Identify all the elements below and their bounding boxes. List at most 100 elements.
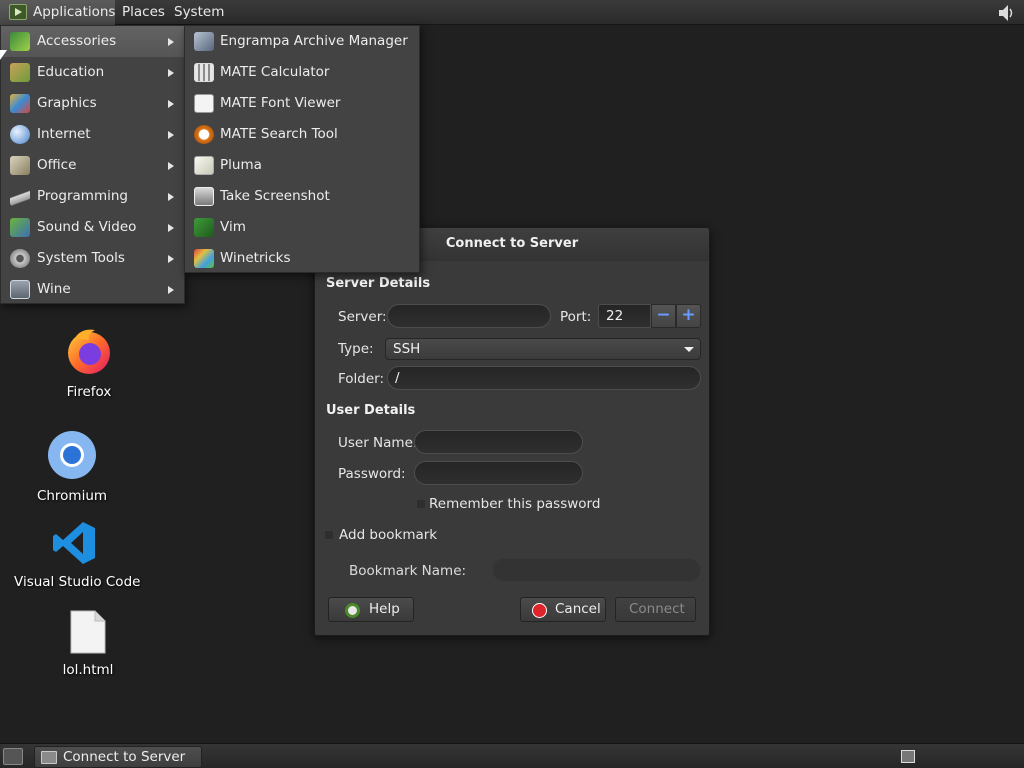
type-label: Type: bbox=[338, 341, 374, 357]
menu-item-screenshot[interactable]: Take Screenshot bbox=[185, 181, 419, 212]
type-combo[interactable]: SSH bbox=[385, 338, 701, 360]
menu-item-education[interactable]: Education bbox=[1, 57, 184, 88]
menu-item-label: MATE Calculator bbox=[220, 64, 330, 80]
desktop-icon-vscode[interactable]: Visual Studio Code bbox=[14, 520, 141, 590]
accessories-icon bbox=[10, 32, 30, 51]
type-combo-value: SSH bbox=[393, 341, 421, 357]
desktop-icon-label: Chromium bbox=[36, 488, 108, 504]
help-icon bbox=[345, 603, 360, 618]
folder-input[interactable]: / bbox=[387, 366, 701, 390]
username-input[interactable] bbox=[414, 430, 583, 454]
menu-item-label: Wine bbox=[37, 281, 71, 297]
desktop-icon-label: Visual Studio Code bbox=[14, 574, 141, 590]
port-decrease-button[interactable]: − bbox=[651, 304, 676, 328]
sound-video-icon bbox=[10, 218, 30, 237]
user-details-heading: User Details bbox=[326, 403, 416, 418]
menu-item-wine[interactable]: Wine bbox=[1, 274, 184, 305]
cancel-button-label: Cancel bbox=[555, 601, 601, 617]
menu-item-label: Pluma bbox=[220, 157, 262, 173]
cancel-button[interactable]: Cancel bbox=[520, 597, 606, 622]
menu-item-office[interactable]: Office bbox=[1, 150, 184, 181]
education-icon bbox=[10, 63, 30, 82]
desktop-icon-label: lol.html bbox=[62, 662, 114, 678]
help-button-label: Help bbox=[369, 601, 400, 617]
menu-item-label: Engrampa Archive Manager bbox=[220, 33, 408, 49]
volume-icon[interactable] bbox=[995, 3, 1017, 23]
office-icon bbox=[10, 156, 30, 175]
menu-item-label: MATE Search Tool bbox=[220, 126, 338, 142]
system-menu[interactable]: System bbox=[168, 0, 230, 25]
file-icon bbox=[70, 610, 106, 654]
remember-password-label: Remember this password bbox=[429, 496, 601, 512]
workspace-switcher[interactable] bbox=[901, 750, 915, 763]
applications-icon bbox=[9, 4, 27, 20]
desktop-icon-file[interactable]: lol.html bbox=[52, 610, 124, 678]
menu-item-label: Sound & Video bbox=[37, 219, 137, 235]
chevron-right-icon bbox=[168, 162, 174, 170]
menu-item-pluma[interactable]: Pluma bbox=[185, 150, 419, 181]
desktop-icon-firefox[interactable]: Firefox bbox=[50, 326, 128, 400]
chevron-right-icon bbox=[168, 131, 174, 139]
menu-item-accessories[interactable]: Accessories bbox=[1, 26, 184, 57]
window-icon bbox=[41, 751, 57, 764]
port-increase-button[interactable]: + bbox=[676, 304, 701, 328]
menu-item-label: Education bbox=[37, 64, 105, 80]
menu-item-internet[interactable]: Internet bbox=[1, 119, 184, 150]
add-bookmark-label: Add bookmark bbox=[339, 527, 438, 543]
chevron-down-icon bbox=[684, 347, 694, 352]
menu-item-label: Internet bbox=[37, 126, 91, 142]
archive-manager-icon bbox=[194, 32, 214, 51]
port-label: Port: bbox=[560, 309, 592, 325]
menu-item-label: Office bbox=[37, 157, 77, 173]
menu-item-programming[interactable]: Programming bbox=[1, 181, 184, 212]
menu-item-engrampa[interactable]: Engrampa Archive Manager bbox=[185, 26, 419, 57]
server-input[interactable] bbox=[387, 304, 551, 328]
bookmark-name-input[interactable] bbox=[492, 558, 701, 582]
menu-item-winetricks[interactable]: Winetricks bbox=[185, 243, 419, 274]
menu-item-label: Winetricks bbox=[220, 250, 291, 266]
chevron-right-icon bbox=[168, 38, 174, 46]
system-tools-icon bbox=[10, 249, 30, 268]
bookmark-name-label: Bookmark Name: bbox=[349, 563, 467, 579]
menu-item-system-tools[interactable]: System Tools bbox=[1, 243, 184, 274]
folder-label: Folder: bbox=[338, 371, 385, 387]
menu-item-label: Take Screenshot bbox=[220, 188, 330, 204]
menu-item-label: Accessories bbox=[37, 33, 117, 49]
taskbar-button-connect-to-server[interactable]: Connect to Server bbox=[34, 746, 202, 768]
menu-item-graphics[interactable]: Graphics bbox=[1, 88, 184, 119]
applications-menu[interactable]: Applications bbox=[0, 0, 115, 25]
add-bookmark-checkbox[interactable] bbox=[324, 530, 334, 540]
connect-button[interactable]: Connect bbox=[615, 597, 696, 622]
bottom-panel: Connect to Server bbox=[0, 743, 1024, 768]
places-menu[interactable]: Places bbox=[116, 0, 171, 25]
help-button[interactable]: Help bbox=[328, 597, 414, 622]
mouse-cursor-icon bbox=[0, 50, 7, 60]
applications-menu-label: Applications bbox=[33, 4, 116, 20]
graphics-icon bbox=[10, 94, 30, 113]
desktop-icon-chromium[interactable]: Chromium bbox=[33, 430, 111, 504]
chevron-right-icon bbox=[168, 255, 174, 263]
desktop-icon-label: Firefox bbox=[66, 384, 112, 400]
chevron-right-icon bbox=[168, 100, 174, 108]
menu-item-font-viewer[interactable]: MATE Font Viewer bbox=[185, 88, 419, 119]
password-input[interactable] bbox=[414, 461, 583, 485]
chevron-right-icon bbox=[168, 286, 174, 294]
show-desktop-icon[interactable] bbox=[3, 748, 23, 765]
chevron-right-icon bbox=[168, 193, 174, 201]
connect-button-label: Connect bbox=[629, 601, 685, 617]
menu-item-label: Vim bbox=[220, 219, 246, 235]
accessories-submenu: Engrampa Archive Manager MATE Calculator… bbox=[184, 25, 420, 273]
menu-item-search-tool[interactable]: MATE Search Tool bbox=[185, 119, 419, 150]
wine-icon bbox=[10, 280, 30, 299]
chevron-right-icon bbox=[168, 69, 174, 77]
taskbar-button-label: Connect to Server bbox=[63, 749, 186, 765]
server-details-heading: Server Details bbox=[326, 276, 431, 291]
menu-item-label: MATE Font Viewer bbox=[220, 95, 341, 111]
menu-item-calculator[interactable]: MATE Calculator bbox=[185, 57, 419, 88]
menu-item-vim[interactable]: Vim bbox=[185, 212, 419, 243]
remember-password-checkbox[interactable] bbox=[416, 499, 426, 509]
menu-item-label: Graphics bbox=[37, 95, 97, 111]
menu-item-sound-video[interactable]: Sound & Video bbox=[1, 212, 184, 243]
port-input[interactable]: 22 bbox=[598, 304, 651, 328]
server-label: Server: bbox=[338, 309, 387, 325]
